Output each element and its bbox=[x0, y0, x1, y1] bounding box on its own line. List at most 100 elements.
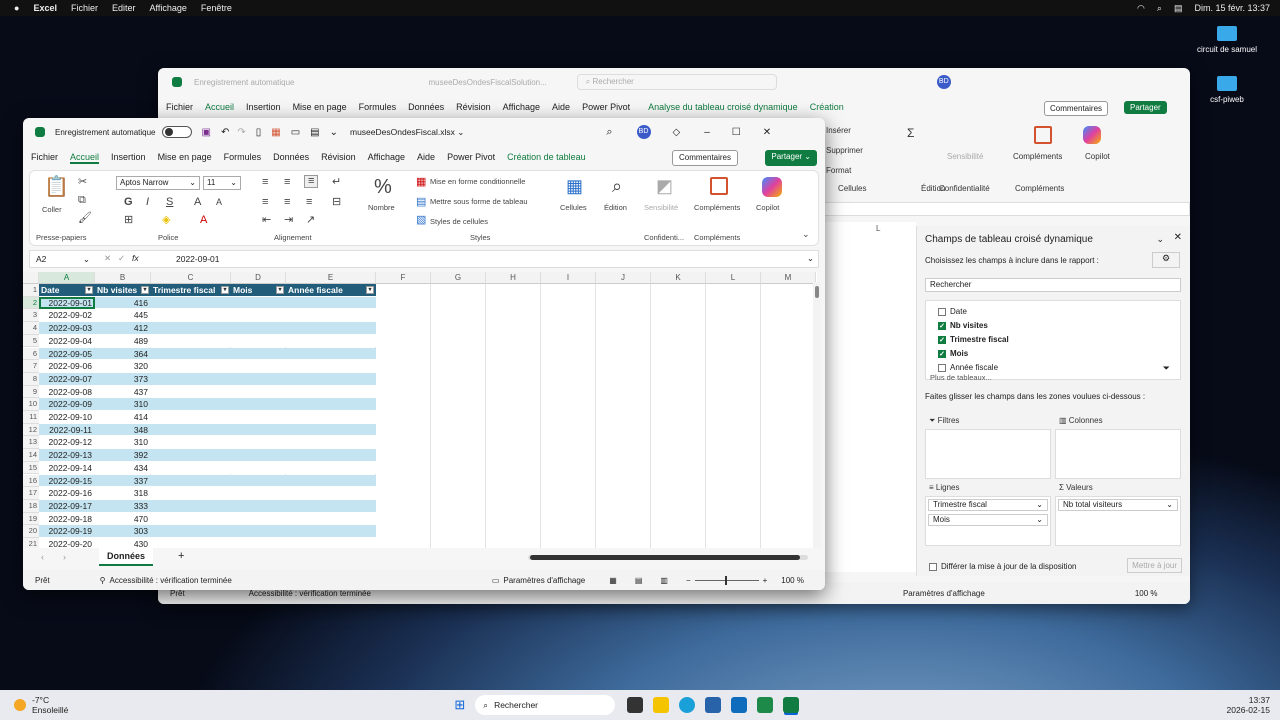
tab-formules[interactable]: Formules bbox=[224, 152, 262, 164]
table-cell[interactable] bbox=[231, 411, 286, 424]
col-header-e[interactable]: E bbox=[286, 272, 376, 284]
cells-button[interactable]: Cellules bbox=[560, 203, 587, 212]
table-cell[interactable] bbox=[231, 360, 286, 373]
menu-app[interactable]: Excel bbox=[33, 3, 57, 13]
table-cell[interactable] bbox=[286, 372, 376, 386]
row-header[interactable]: 2 bbox=[23, 296, 39, 310]
table-cell[interactable] bbox=[286, 499, 376, 513]
minimize-icon[interactable]: – bbox=[704, 127, 710, 138]
table-cell[interactable] bbox=[286, 385, 376, 399]
table-cell[interactable] bbox=[151, 360, 231, 373]
undo-icon[interactable]: ↶ bbox=[221, 127, 229, 138]
windows-start-icon[interactable]: ⊞ bbox=[454, 697, 465, 713]
font-grow-icon[interactable]: A bbox=[194, 197, 201, 208]
normal-view-icon[interactable]: ▦ bbox=[609, 576, 617, 585]
table-cell[interactable] bbox=[286, 525, 376, 538]
taskbar-search[interactable]: ⌕ Rechercher bbox=[475, 695, 616, 715]
task-view-icon[interactable] bbox=[627, 697, 644, 713]
table-cell[interactable] bbox=[286, 411, 376, 424]
row-header[interactable]: 15 bbox=[23, 461, 39, 475]
align-right-icon[interactable]: ≡ bbox=[306, 197, 312, 208]
table-cell[interactable]: 2022-09-09 bbox=[39, 398, 95, 411]
prev-sheet-icon[interactable]: ‹ bbox=[41, 552, 44, 562]
row-header[interactable]: 21 bbox=[23, 538, 39, 548]
row-header[interactable]: 16 bbox=[23, 474, 39, 488]
tab-accueil[interactable]: Accueil bbox=[205, 102, 234, 116]
table-cell[interactable] bbox=[231, 525, 286, 538]
paste-icon[interactable]: 📋 bbox=[44, 177, 69, 197]
insert-cells-button[interactable]: Insérer bbox=[826, 126, 851, 135]
table-cell[interactable] bbox=[231, 385, 286, 399]
table-cell[interactable] bbox=[151, 322, 231, 335]
table-cell[interactable] bbox=[151, 449, 231, 462]
desktop-folder-csf[interactable]: csf-piweb bbox=[1192, 76, 1262, 104]
zone-colonnes[interactable] bbox=[1055, 429, 1181, 479]
addins-button[interactable]: Compléments bbox=[1013, 152, 1062, 161]
font-shrink-icon[interactable]: A bbox=[216, 197, 222, 208]
col-header-b[interactable]: B bbox=[95, 272, 151, 284]
update-button[interactable]: Mettre à jour bbox=[1127, 558, 1182, 573]
table-cell[interactable] bbox=[286, 334, 376, 348]
col-header-m[interactable]: M bbox=[761, 272, 816, 284]
edge-icon[interactable] bbox=[679, 697, 696, 713]
tab-analyse-tcd[interactable]: Analyse du tableau croisé dynamique bbox=[648, 102, 798, 116]
add-sheet-icon[interactable]: + bbox=[178, 550, 184, 562]
row-header[interactable]: 9 bbox=[23, 385, 39, 399]
scroll-thumb[interactable] bbox=[815, 286, 819, 298]
table-cell[interactable]: 373 bbox=[95, 372, 151, 386]
underline-icon[interactable]: S bbox=[166, 197, 173, 208]
diamond-icon[interactable]: ◇ bbox=[673, 127, 681, 138]
table-cell[interactable]: 434 bbox=[95, 461, 151, 475]
table-cell[interactable]: 2022-09-01 bbox=[39, 296, 95, 310]
checkbox-checked[interactable]: ✓ bbox=[938, 349, 946, 358]
menu-fichier[interactable]: Fichier bbox=[71, 3, 98, 13]
checkbox[interactable] bbox=[929, 562, 937, 571]
border-icon[interactable]: ⊞ bbox=[124, 215, 133, 226]
row-header[interactable]: 19 bbox=[23, 512, 39, 526]
tab-affichage[interactable]: Affichage bbox=[503, 102, 540, 116]
addins-icon[interactable] bbox=[1034, 126, 1052, 144]
tab-fichier[interactable]: Fichier bbox=[31, 152, 58, 164]
filter-dropdown-icon[interactable]: ▾ bbox=[85, 286, 93, 294]
table-cell[interactable] bbox=[231, 322, 286, 335]
edition-button[interactable]: Édition bbox=[604, 203, 627, 212]
table-cell[interactable] bbox=[231, 372, 286, 386]
tab-donnees[interactable]: Données bbox=[273, 152, 309, 164]
print-icon[interactable]: ▭ bbox=[291, 127, 300, 138]
outlook-icon[interactable] bbox=[731, 697, 748, 713]
row-header[interactable]: 3 bbox=[23, 309, 39, 323]
tab-insertion[interactable]: Insertion bbox=[111, 152, 146, 164]
table-cell[interactable]: 2022-09-18 bbox=[39, 512, 95, 526]
table-cell[interactable]: 414 bbox=[95, 411, 151, 424]
share-button[interactable]: Partager bbox=[1124, 101, 1167, 114]
table-cell[interactable]: 337 bbox=[95, 474, 151, 488]
excel-pen-icon[interactable] bbox=[757, 697, 774, 713]
function-icon[interactable]: fx bbox=[132, 253, 139, 263]
table-cell[interactable]: 2022-09-12 bbox=[39, 436, 95, 450]
table-cell[interactable] bbox=[151, 436, 231, 450]
checkbox[interactable] bbox=[938, 363, 946, 372]
checkbox-checked[interactable]: ✓ bbox=[938, 335, 946, 344]
tab-mise-en-page[interactable]: Mise en page bbox=[293, 102, 347, 116]
table-cell[interactable] bbox=[286, 487, 376, 500]
share-button[interactable]: Partager ⌄ bbox=[765, 150, 817, 166]
tab-fichier[interactable]: Fichier bbox=[166, 102, 193, 116]
table-cell[interactable] bbox=[151, 309, 231, 323]
filename[interactable]: museeDesOndesFiscalSolution... bbox=[429, 78, 547, 87]
sensitivity-button[interactable]: Sensibilité bbox=[947, 152, 983, 161]
pivot-field-annee[interactable]: Année fiscale bbox=[938, 363, 998, 372]
tab-power-pivot[interactable]: Power Pivot bbox=[447, 152, 495, 164]
table-cell[interactable] bbox=[151, 474, 231, 488]
weather-icon[interactable] bbox=[14, 699, 26, 711]
copilot-button[interactable]: Copilot bbox=[1085, 152, 1110, 161]
table-cell[interactable]: 2022-09-15 bbox=[39, 474, 95, 488]
search-icon[interactable]: ⌕ bbox=[606, 126, 612, 139]
formula-input[interactable]: 2022-09-01 bbox=[176, 254, 219, 264]
table-header-cell[interactable]: Année fiscale ▾ bbox=[286, 284, 376, 297]
tab-donnees[interactable]: Données bbox=[408, 102, 444, 116]
table-cell[interactable]: 2022-09-03 bbox=[39, 322, 95, 335]
col-header-c[interactable]: C bbox=[151, 272, 231, 284]
table-cell[interactable] bbox=[151, 385, 231, 399]
tab-mise-en-page[interactable]: Mise en page bbox=[158, 152, 212, 164]
table-cell[interactable]: 2022-09-08 bbox=[39, 385, 95, 399]
